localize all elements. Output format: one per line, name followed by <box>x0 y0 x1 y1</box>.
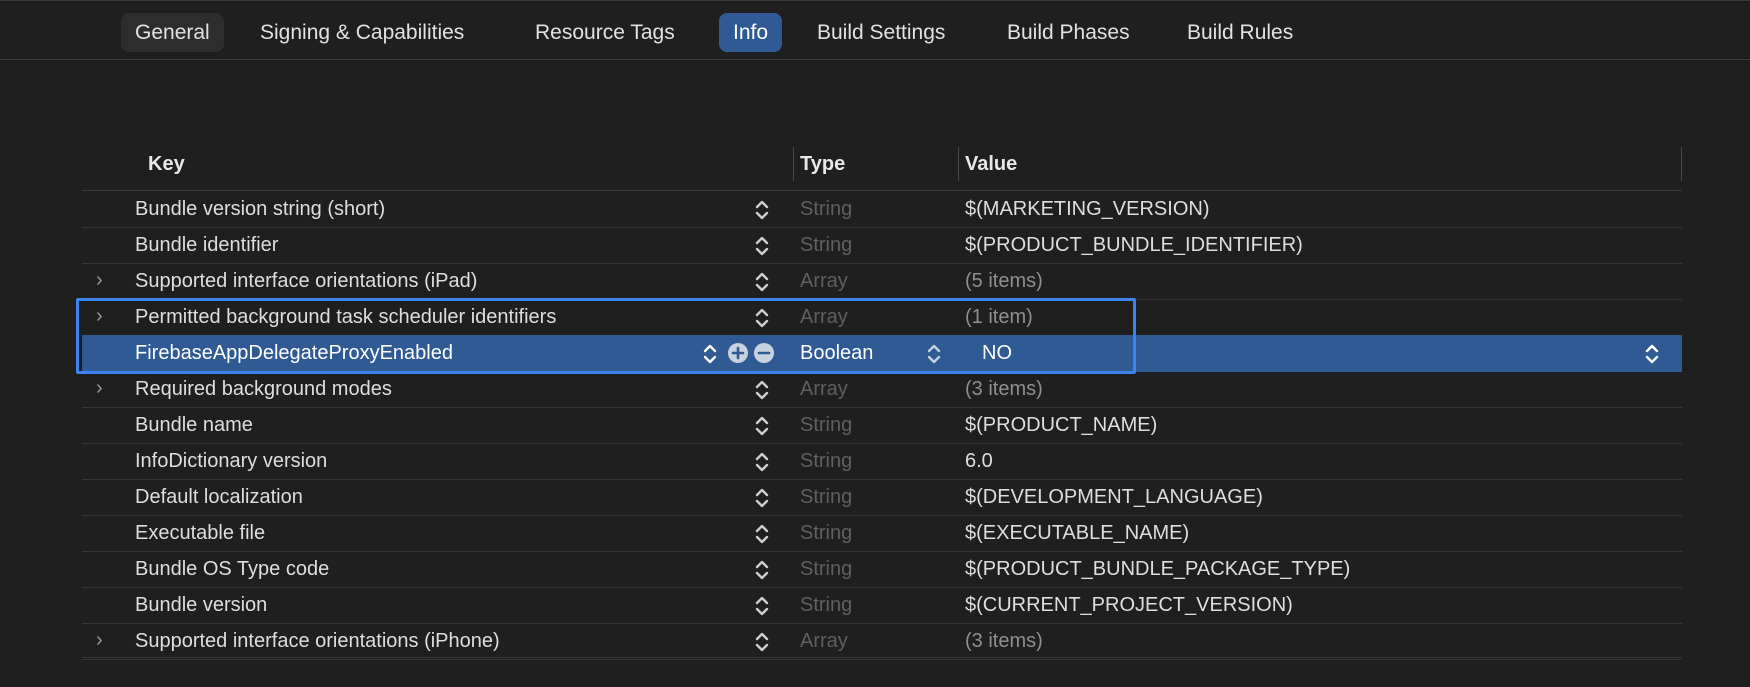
up-down-stepper-icon[interactable] <box>752 629 772 655</box>
row-key[interactable]: Executable file <box>135 522 265 545</box>
row-type: String <box>800 414 853 436</box>
up-down-stepper-icon[interactable] <box>752 377 772 403</box>
column-divider[interactable] <box>793 147 794 181</box>
top-divider <box>0 0 1750 1</box>
row-type: Array <box>800 378 848 400</box>
row-type: String <box>800 486 853 508</box>
row-type: String <box>800 558 853 580</box>
table-row[interactable]: Bundle version string (short) String $(MAR… <box>82 191 1682 228</box>
up-down-stepper-icon[interactable] <box>752 521 772 547</box>
table-header: Key Type Value <box>82 145 1682 191</box>
row-key[interactable]: Bundle OS Type code <box>135 558 329 581</box>
table-row[interactable]: Bundle name String $(PRODUCT_NAME) <box>82 407 1682 444</box>
column-divider[interactable] <box>958 147 959 181</box>
row-type: Array <box>800 630 848 652</box>
tab-resource-tags[interactable]: Resource Tags <box>521 13 689 52</box>
tab-build-phases[interactable]: Build Phases <box>993 13 1144 52</box>
highlight-annotation-box <box>76 298 1136 374</box>
up-down-stepper-icon[interactable] <box>752 233 772 259</box>
row-key[interactable]: Bundle version <box>135 594 267 617</box>
row-type: String <box>800 522 853 544</box>
row-value[interactable]: (3 items) <box>965 630 1043 653</box>
tab-build-settings[interactable]: Build Settings <box>803 13 959 52</box>
up-down-stepper-icon[interactable] <box>752 269 772 295</box>
row-type: String <box>800 450 853 472</box>
up-down-stepper-icon[interactable] <box>752 485 772 511</box>
value-stepper-icon[interactable] <box>1642 341 1662 367</box>
column-header-key[interactable]: Key <box>148 153 185 176</box>
table-row[interactable]: Executable file String $(EXECUTABLE_NAME) <box>82 515 1682 552</box>
table-row[interactable]: InfoDictionary version String 6.0 <box>82 443 1682 480</box>
row-key[interactable]: Supported interface orientations (iPhone… <box>135 630 500 653</box>
table-row[interactable]: Bundle identifier String $(PRODUCT_BUNDLE_… <box>82 227 1682 264</box>
chevron-right-icon[interactable]: › <box>96 377 103 400</box>
row-type: String <box>800 198 853 220</box>
row-type: Array <box>800 270 848 292</box>
up-down-stepper-icon[interactable] <box>752 413 772 439</box>
row-key[interactable]: Supported interface orientations (iPad) <box>135 270 477 293</box>
row-key[interactable]: Default localization <box>135 486 303 509</box>
up-down-stepper-icon[interactable] <box>752 557 772 583</box>
table-bottom-divider <box>82 657 1682 658</box>
tab-general[interactable]: General <box>121 13 224 52</box>
column-header-value[interactable]: Value <box>965 153 1017 176</box>
table-row[interactable]: › Supported interface orientations (iPhon… <box>82 623 1682 660</box>
row-key[interactable]: Required background modes <box>135 378 392 401</box>
table-row[interactable]: › Supported interface orientations (iPad)… <box>82 263 1682 300</box>
row-key[interactable]: InfoDictionary version <box>135 450 327 473</box>
editor-tab-bar: General Signing & Capabilities Resource … <box>0 6 1750 60</box>
row-value[interactable]: $(DEVELOPMENT_LANGUAGE) <box>965 486 1263 509</box>
column-divider <box>1681 147 1682 181</box>
row-value[interactable]: $(CURRENT_PROJECT_VERSION) <box>965 594 1293 617</box>
column-header-type[interactable]: Type <box>800 153 845 176</box>
row-value[interactable]: (5 items) <box>965 270 1043 293</box>
table-row[interactable]: Default localization String $(DEVELOPMENT_… <box>82 479 1682 516</box>
row-type: String <box>800 234 853 256</box>
up-down-stepper-icon[interactable] <box>752 197 772 223</box>
chevron-right-icon[interactable]: › <box>96 269 103 292</box>
up-down-stepper-icon[interactable] <box>752 449 772 475</box>
row-value[interactable]: $(MARKETING_VERSION) <box>965 198 1209 221</box>
row-key[interactable]: Bundle name <box>135 414 253 437</box>
tab-info[interactable]: Info <box>719 13 783 52</box>
row-value[interactable]: $(PRODUCT_BUNDLE_IDENTIFIER) <box>965 234 1303 257</box>
row-type: String <box>800 594 853 616</box>
up-down-stepper-icon[interactable] <box>752 593 772 619</box>
chevron-right-icon[interactable]: › <box>96 629 103 652</box>
row-key[interactable]: Bundle version string (short) <box>135 198 385 221</box>
table-row[interactable]: Bundle version String $(CURRENT_PROJECT_VE… <box>82 587 1682 624</box>
tab-signing-capabilities[interactable]: Signing & Capabilities <box>246 13 478 52</box>
table-row[interactable]: › Required background modes Array (3 items) <box>82 371 1682 408</box>
row-value[interactable]: $(PRODUCT_BUNDLE_PACKAGE_TYPE) <box>965 558 1350 581</box>
row-value[interactable]: $(PRODUCT_NAME) <box>965 414 1157 437</box>
row-key[interactable]: Bundle identifier <box>135 234 278 257</box>
row-value[interactable]: $(EXECUTABLE_NAME) <box>965 522 1189 545</box>
row-value[interactable]: (3 items) <box>965 378 1043 401</box>
row-value[interactable]: 6.0 <box>965 450 993 473</box>
tab-build-rules[interactable]: Build Rules <box>1173 13 1307 52</box>
table-row[interactable]: Bundle OS Type code String $(PRODUCT_BUNDL… <box>82 551 1682 588</box>
